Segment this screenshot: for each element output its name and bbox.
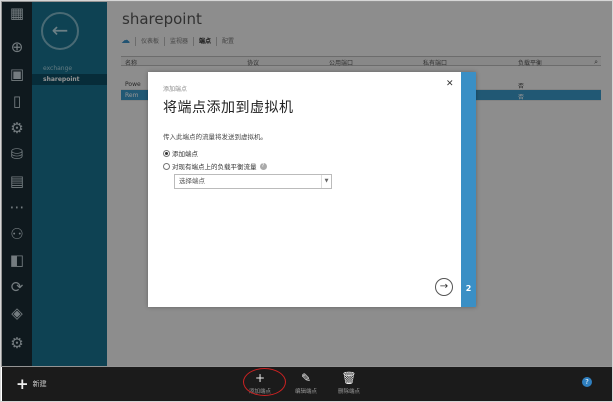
portal-window: ▦ ⊕ ▣ ▯ ⚙ ⛁ ▤ ⋯ ⚇ ◧ ⟳ ◈ ⚙ ← exchange sha… [0, 0, 613, 402]
radio-selected-icon[interactable] [163, 149, 170, 157]
chevron-down-icon[interactable]: ▼ [321, 175, 331, 188]
dialog-title: 将端点添加到虚拟机 [163, 100, 294, 116]
add-endpoint-dialog: 添加端点 ✕ 将端点添加到虚拟机 传入此端点的流量将发送到虚拟机。 添加端点 对… [148, 72, 476, 307]
delete-endpoint-label: 删除端点 [337, 389, 360, 395]
edit-endpoint-label: 编辑端点 [294, 389, 317, 395]
edit-endpoint-button[interactable]: ✎ 编辑端点 [286, 371, 326, 395]
wizard-step-bar [461, 72, 476, 307]
radio-add-endpoint-label: 添加端点 [172, 150, 198, 158]
trash-icon: 🗑 [341, 371, 357, 385]
dialog-description: 传入此端点的流量将发送到虚拟机。 [163, 133, 267, 141]
next-arrow-button[interactable]: → [435, 278, 453, 296]
help-icon[interactable]: ? [259, 162, 267, 170]
command-bar: + 新建 + 添加端点 ✎ 编辑端点 🗑 删除端点 ? [2, 367, 612, 401]
close-icon[interactable]: ✕ [446, 79, 454, 89]
wizard-step-number: 2 [465, 284, 472, 293]
radio-load-balance-label: 对现有端点上的负载平衡流量 [172, 163, 257, 171]
radio-add-endpoint[interactable]: 添加端点 [163, 148, 198, 158]
plus-icon: + [16, 375, 29, 393]
help-question-icon[interactable]: ? [582, 377, 592, 387]
annotation-circle [243, 368, 286, 396]
new-button[interactable]: + 新建 [16, 375, 47, 393]
endpoint-select[interactable]: 选择端点 ▼ [174, 174, 332, 189]
radio-load-balance[interactable]: 对现有端点上的负载平衡流量 ? [163, 161, 267, 171]
endpoint-select-value: 选择端点 [179, 177, 205, 185]
pencil-icon: ✎ [300, 371, 312, 385]
dialog-breadcrumb: 添加端点 [163, 86, 188, 93]
new-button-label: 新建 [32, 380, 47, 388]
radio-unselected-icon[interactable] [163, 162, 170, 170]
delete-endpoint-button[interactable]: 🗑 删除端点 [329, 371, 369, 395]
